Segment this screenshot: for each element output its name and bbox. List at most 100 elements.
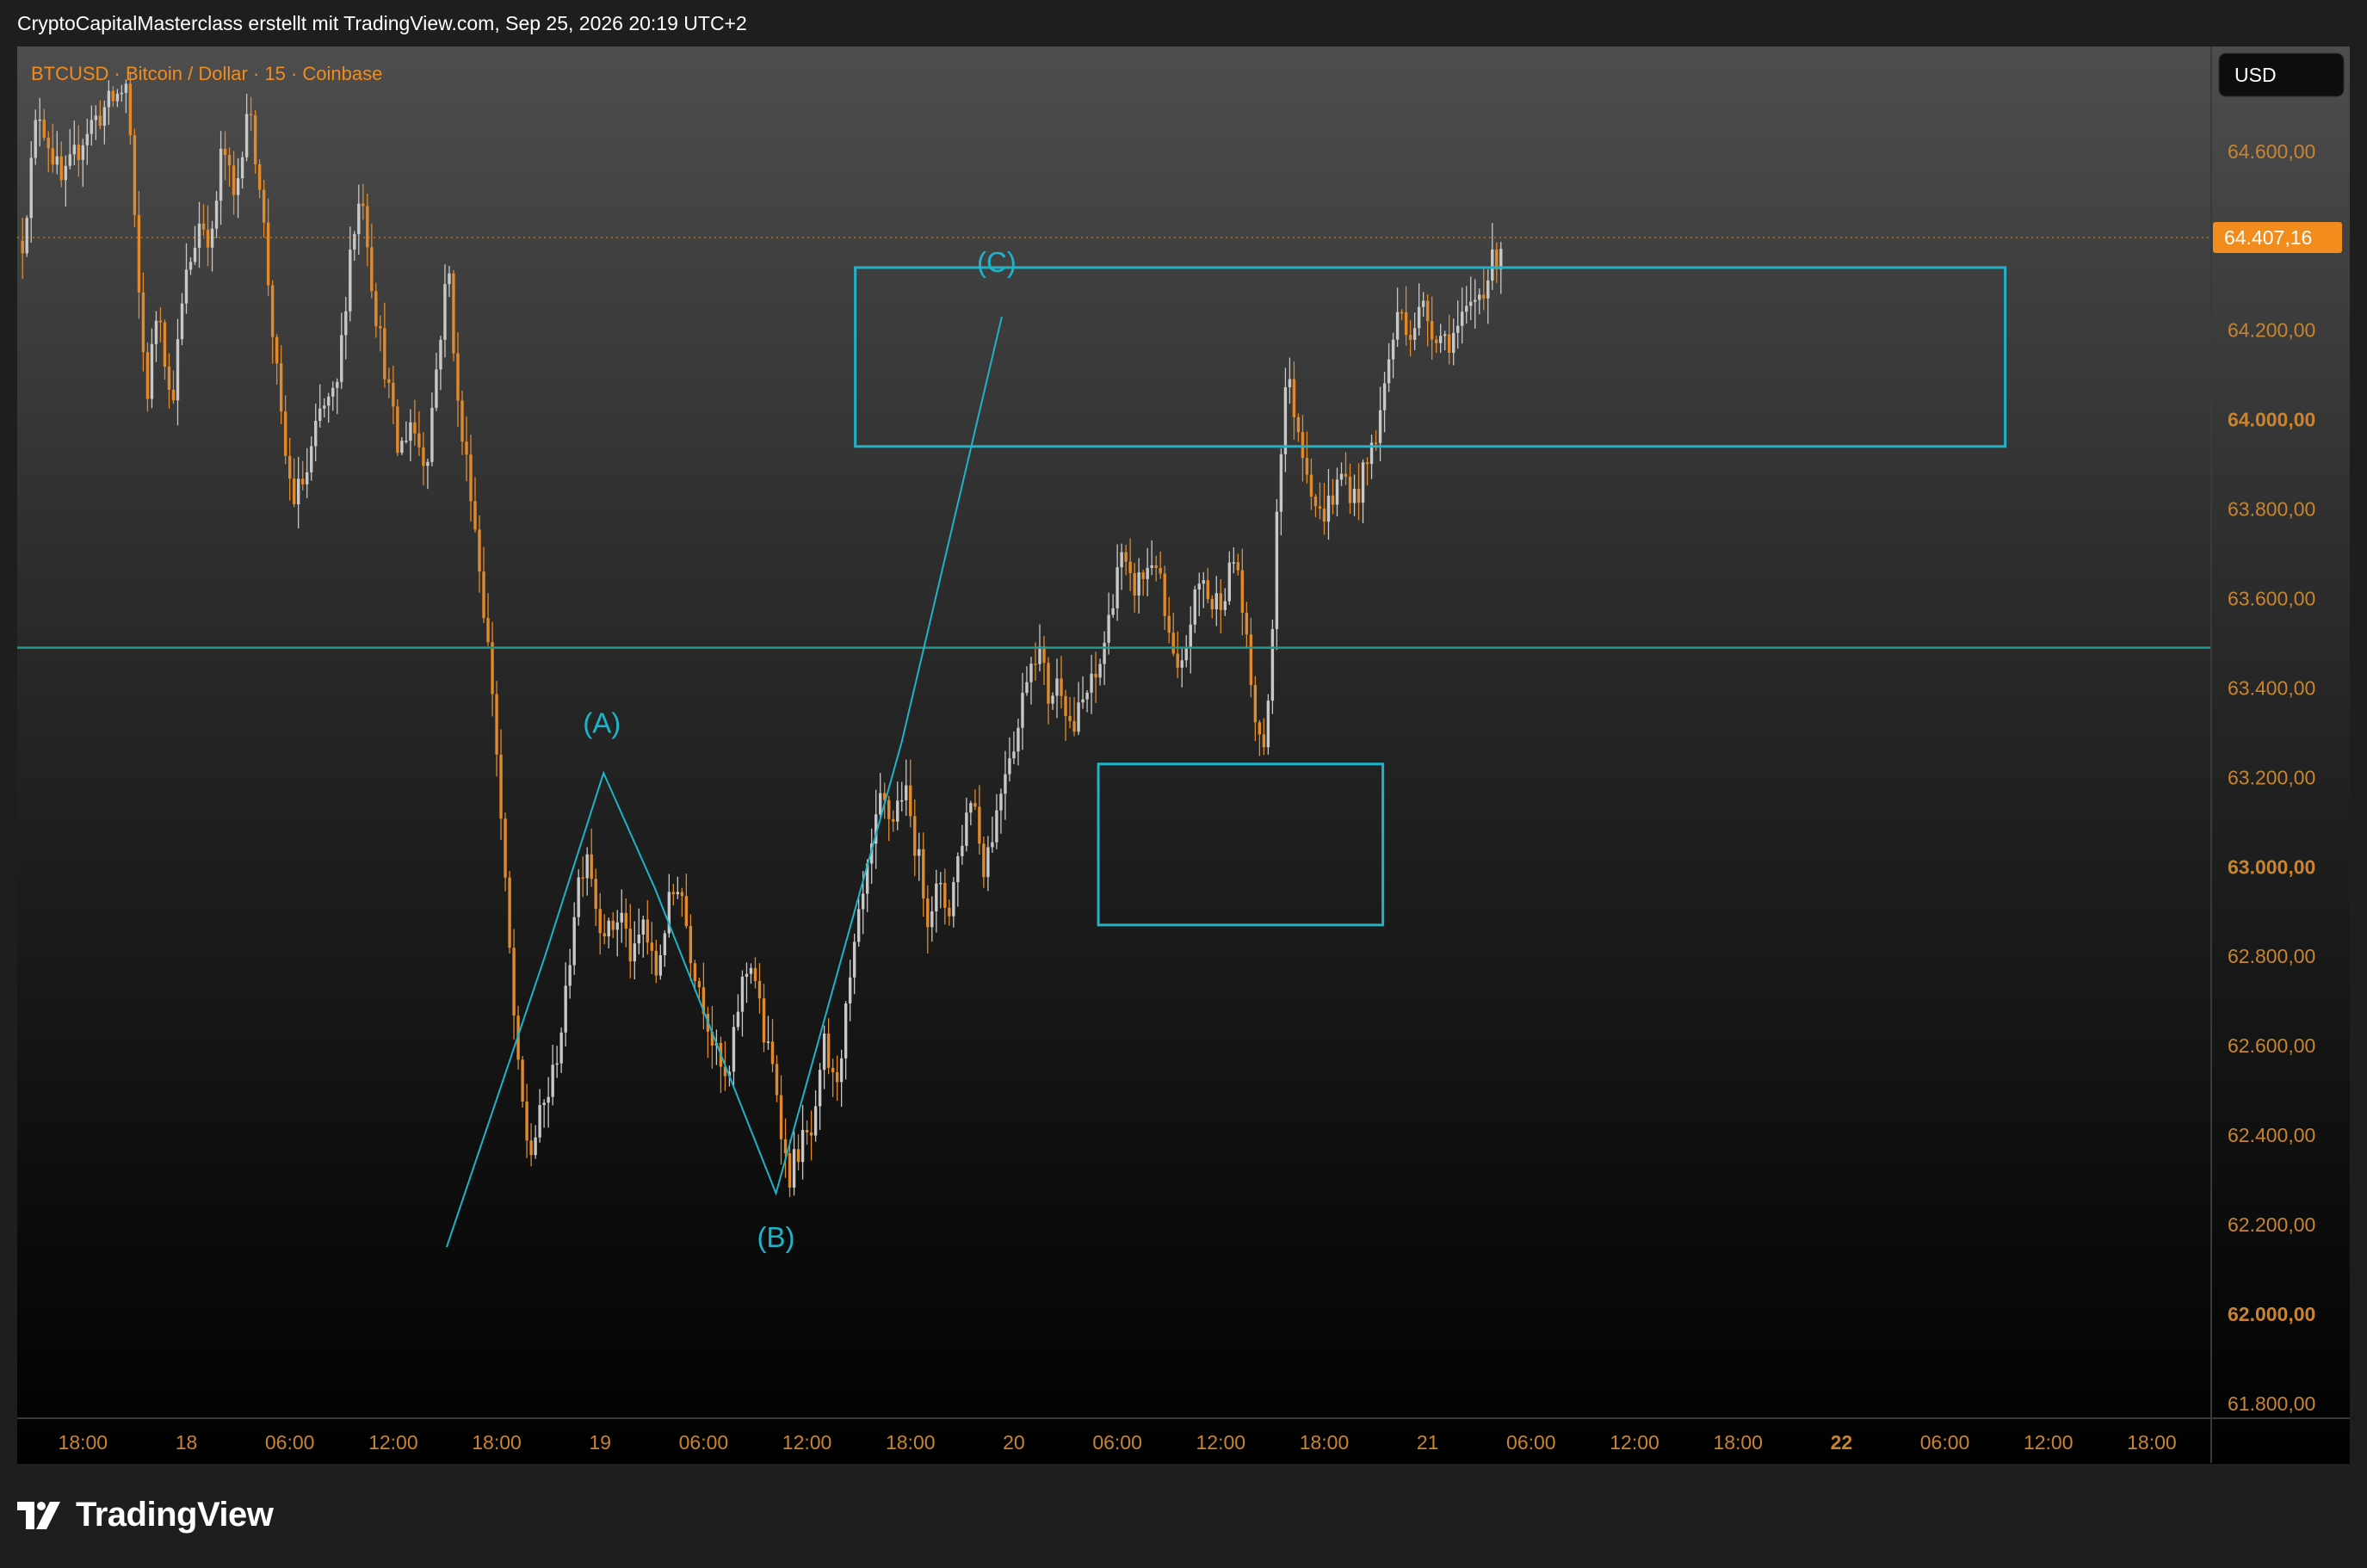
candle-body (1047, 663, 1050, 704)
candle-body (995, 810, 998, 843)
candle-body (163, 322, 167, 367)
price-chart[interactable]: 64.600,00 64.200,00 64.000,00 63.800,00 63.6… (0, 0, 2367, 1568)
x-tick-label: 06:00 (1092, 1431, 1142, 1454)
candle-body (197, 223, 201, 248)
candle-body (292, 478, 296, 504)
candle-body (1042, 646, 1046, 664)
candle-body (978, 806, 981, 844)
candle-body (577, 877, 580, 917)
candle-body (1318, 506, 1322, 509)
current-price-label: 64.407,16 (2224, 226, 2312, 249)
y-tick-label: 63.800,00 (2228, 498, 2315, 521)
candle-body (1486, 280, 1490, 299)
candle-body (77, 145, 81, 160)
x-tick-label: 12:00 (368, 1431, 418, 1454)
candle-body (1094, 673, 1097, 678)
x-tick-label: 12:00 (782, 1431, 832, 1454)
candle-body (581, 877, 584, 879)
candle-body (1116, 567, 1119, 608)
candle-body (1339, 473, 1344, 480)
candle-body (844, 1003, 848, 1059)
x-tick-label: 18:00 (1300, 1431, 1350, 1454)
candle-body (1348, 476, 1352, 503)
candle-body (349, 249, 352, 312)
candle-body (1081, 699, 1085, 703)
candle-body (1447, 334, 1451, 353)
candle-body (171, 389, 176, 401)
candle-body (1029, 664, 1033, 682)
candle-body (379, 326, 382, 329)
candle-body (1387, 359, 1391, 384)
candle-body (538, 1105, 541, 1138)
candle-body (29, 157, 33, 219)
candle-body (1258, 722, 1262, 735)
candle-body (111, 90, 115, 102)
candle-body (961, 845, 964, 856)
candle-body (680, 892, 684, 897)
candle-body (1491, 249, 1494, 281)
candle-body (826, 1033, 831, 1068)
candle-body (654, 950, 658, 976)
candle-body (1326, 495, 1331, 522)
candle-body (1395, 312, 1400, 340)
candle-body (770, 1041, 775, 1065)
candle-body (370, 247, 374, 292)
candle-body (1430, 321, 1434, 340)
candle-body (124, 83, 128, 93)
candle-body (154, 320, 158, 344)
candle-body (762, 998, 766, 1043)
candle-body (783, 1139, 788, 1154)
candle-body (775, 1064, 779, 1096)
candle-body (1060, 678, 1063, 696)
candle-body (542, 1102, 546, 1106)
candle-body (357, 203, 361, 235)
candle-body (257, 164, 262, 190)
candle-body (1400, 312, 1404, 314)
chart-title: BTCUSD · Bitcoin / Dollar · 15 · Coinbas… (31, 63, 382, 84)
candle-body (1012, 751, 1016, 759)
candle-body (362, 203, 365, 207)
candle-body (671, 892, 676, 895)
x-tick-label: 06:00 (265, 1431, 315, 1454)
candle-body (822, 1033, 826, 1071)
candle-body (314, 421, 318, 447)
candle-body (1309, 474, 1313, 497)
candle-body (1180, 660, 1184, 668)
candle-body (499, 754, 503, 819)
candle-body (551, 1065, 554, 1097)
candle-body (94, 115, 98, 120)
candle-body (805, 1130, 809, 1133)
candle-body (253, 114, 257, 164)
candle-body (1176, 653, 1179, 668)
y-tick-label: 63.200,00 (2228, 766, 2315, 788)
y-tick-label: 62.800,00 (2228, 945, 2315, 967)
candle-body (353, 234, 356, 250)
candle-body (1461, 312, 1464, 326)
candle-body (745, 973, 749, 977)
candle-body (486, 618, 490, 643)
candle-body (1085, 692, 1089, 700)
candle-body (1270, 629, 1275, 701)
candle-body (244, 114, 249, 157)
candle-body (340, 335, 343, 382)
candle-body (831, 1067, 835, 1072)
currency-selector-button[interactable]: USD (2218, 52, 2345, 97)
x-tick-label: 06:00 (1920, 1431, 1970, 1454)
candle-body (918, 849, 921, 856)
candle-body (1202, 580, 1205, 584)
candle-body (788, 1153, 792, 1188)
tradingview-logo[interactable]: TradingView (17, 1496, 274, 1534)
candle-body (482, 571, 485, 619)
candle-body (1072, 720, 1076, 732)
candle-body (1223, 601, 1227, 610)
candle-body (1465, 306, 1468, 312)
candle-body (628, 929, 632, 962)
candle-body (51, 148, 54, 165)
candle-body (663, 933, 667, 955)
y-tick-label: 62.200,00 (2228, 1213, 2315, 1236)
candle-body (986, 847, 990, 878)
candle-body (1417, 306, 1421, 329)
candle-body (469, 454, 473, 502)
candle-body (1107, 614, 1110, 643)
candle-body (1374, 442, 1378, 444)
